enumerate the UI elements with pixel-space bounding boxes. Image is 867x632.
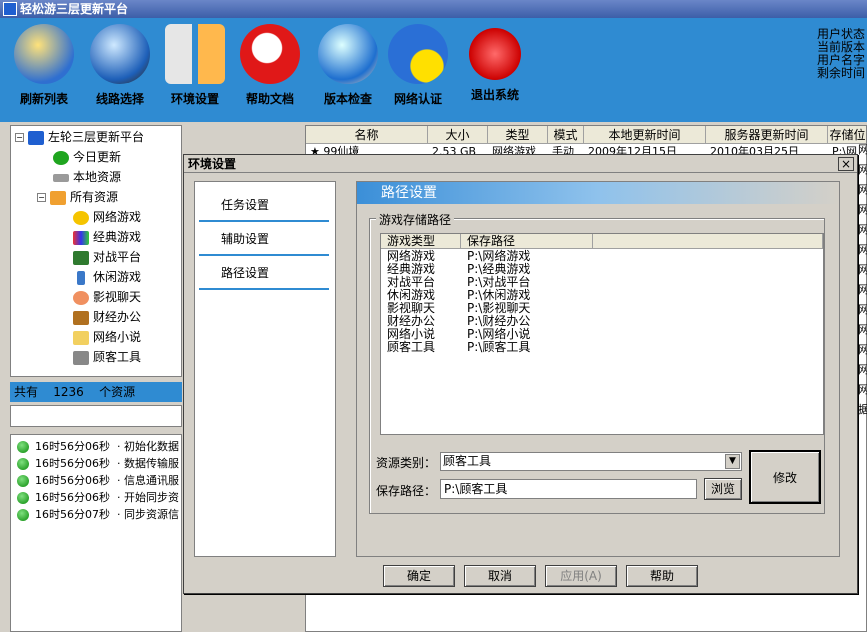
- tree-item-finance-office[interactable]: 财经办公: [73, 307, 141, 327]
- time-left-label: 剩余时间: [817, 66, 866, 80]
- col-header-game-type[interactable]: 游戏类型: [381, 234, 461, 249]
- power-icon: [469, 28, 521, 80]
- tree-item-all-resources[interactable]: − 所有资源: [37, 187, 118, 207]
- tree-root[interactable]: − 左轮三层更新平台: [15, 127, 144, 147]
- log-row: 16时56分06秒 · 初始化数据: [17, 438, 179, 455]
- collapse-icon[interactable]: −: [15, 133, 24, 142]
- app-title: 轻松游三层更新平台: [20, 2, 129, 16]
- cancel-button[interactable]: 取消: [464, 565, 536, 587]
- chat-icon: [73, 290, 89, 305]
- category-select[interactable]: 顾客工具 ▼: [440, 452, 742, 471]
- col-header-empty: [593, 234, 823, 249]
- folder-refresh-icon: [14, 24, 74, 84]
- network-auth-button[interactable]: 网络认证: [380, 24, 456, 107]
- smiley-help-icon: [388, 24, 448, 84]
- section-title: 路径设置: [357, 182, 839, 204]
- log-row: 16时56分07秒 · 同步资源信: [17, 506, 179, 523]
- refresh-list-button[interactable]: 刷新列表: [6, 24, 82, 107]
- help-button[interactable]: 帮助: [626, 565, 698, 587]
- browse-button[interactable]: 浏览: [704, 478, 742, 500]
- tools-icon: [165, 24, 225, 84]
- path-list: 游戏类型 保存路径 网络游戏 P:\网络游戏 经典游戏 P:\经典游戏 对战平台 P:…: [380, 233, 824, 435]
- log-row: 16时56分06秒 · 数据传输服: [17, 455, 179, 472]
- app-logo-icon: [28, 130, 44, 145]
- nav-aux-settings[interactable]: 辅助设置: [199, 224, 329, 256]
- col-header-size[interactable]: 大小: [428, 126, 488, 144]
- tools-small-icon: [73, 350, 89, 365]
- resource-count-bar: 共有 1236 个资源: [10, 382, 182, 402]
- log-row: 16时56分06秒 · 开始同步资: [17, 489, 179, 506]
- resource-count: 1236: [53, 385, 84, 399]
- line-select-button[interactable]: 线路选择: [82, 24, 158, 107]
- check-icon: [53, 150, 69, 165]
- dialog-title: 环境设置: [184, 155, 857, 173]
- close-icon[interactable]: ×: [838, 157, 854, 171]
- nav-task-settings[interactable]: 任务设置: [199, 190, 329, 222]
- tree-item-web-novels[interactable]: 网络小说: [73, 327, 141, 347]
- chevron-down-icon[interactable]: ▼: [725, 454, 740, 469]
- book-icon: [73, 330, 89, 345]
- log-panel: 16时56分06秒 · 初始化数据 16时56分06秒 · 数据传输服 16时5…: [10, 434, 182, 632]
- globe-satellite-icon: [318, 24, 378, 84]
- col-header-name[interactable]: 名称: [306, 126, 428, 144]
- tree-item-classic-games[interactable]: 经典游戏: [73, 227, 141, 247]
- grid-right-stub: 网网网 网网网 网网网 网网网 网据: [858, 143, 867, 416]
- users-icon: [73, 250, 89, 265]
- ok-status-icon: [17, 509, 29, 521]
- apply-button[interactable]: 应用(A): [545, 565, 617, 587]
- filter-input[interactable]: [10, 405, 182, 427]
- category-label: 资源类别：: [376, 456, 437, 470]
- settings-nav: 任务设置 辅助设置 路径设置: [194, 181, 336, 557]
- main-toolbar: 刷新列表 线路选择 环境设置 帮助文档 版本检查 网络认证 退出系统: [0, 18, 867, 122]
- abacus-icon: [73, 310, 89, 325]
- nav-path-settings[interactable]: 路径设置: [199, 258, 329, 290]
- col-header-mode[interactable]: 模式: [548, 126, 584, 144]
- tree-item-video-chat[interactable]: 影视聊天: [73, 287, 141, 307]
- app-title-bar: 轻松游三层更新平台: [0, 0, 867, 18]
- tree-item-battle-platform[interactable]: 对战平台: [73, 247, 141, 267]
- globe-gear-icon: [90, 24, 150, 84]
- star-icon: [73, 210, 89, 225]
- ok-status-icon: [17, 475, 29, 487]
- ok-status-icon: [17, 441, 29, 453]
- resource-tree: − 左轮三层更新平台 今日更新 本地资源 − 所有资源 网络游戏 经典游戏 对战平台…: [10, 125, 182, 377]
- tree-item-local-resources[interactable]: 本地资源: [53, 167, 121, 187]
- collapse-icon[interactable]: −: [37, 193, 46, 202]
- env-settings-button[interactable]: 环境设置: [157, 24, 233, 107]
- col-header-server-time[interactable]: 服务器更新时间: [706, 126, 828, 144]
- col-header-local-time[interactable]: 本地更新时间: [584, 126, 706, 144]
- col-header-type[interactable]: 类型: [488, 126, 548, 144]
- ok-status-icon: [17, 492, 29, 504]
- path-label: 保存路径：: [376, 484, 437, 498]
- tree-item-casual-games[interactable]: 休闲游戏: [73, 267, 141, 287]
- drive-icon: [53, 173, 69, 182]
- app-logo-icon: [3, 2, 17, 16]
- help-magnifier-icon: [240, 24, 300, 84]
- ok-button[interactable]: 确定: [383, 565, 455, 587]
- colorful-icon: [73, 230, 89, 245]
- version-check-button[interactable]: 版本检查: [310, 24, 386, 107]
- col-header-save-path[interactable]: 保存路径: [461, 234, 593, 249]
- tree-item-online-games[interactable]: 网络游戏: [73, 207, 141, 227]
- exit-system-button[interactable]: 退出系统: [457, 24, 533, 103]
- modify-button[interactable]: 修改: [749, 450, 821, 504]
- user-info-panel: 用户状态 当前版本 用户名字 剩余时间: [817, 28, 867, 80]
- env-settings-dialog: 环境设置 × 任务设置 辅助设置 路径设置 路径设置 游戏存储路径 游戏类型 保…: [183, 154, 858, 594]
- path-row[interactable]: 顾客工具 P:\顾客工具: [387, 341, 530, 354]
- path-settings-panel: 路径设置 游戏存储路径 游戏类型 保存路径 网络游戏 P:\网络游戏 经典游戏 P:…: [356, 181, 840, 557]
- group-label: 游戏存储路径: [376, 211, 455, 228]
- bottle-icon: [77, 270, 85, 285]
- tree-item-today-update[interactable]: 今日更新: [53, 147, 121, 167]
- log-row: 16时56分06秒 · 信息通讯服: [17, 472, 179, 489]
- help-docs-button[interactable]: 帮助文档: [232, 24, 308, 107]
- save-path-input[interactable]: P:\顾客工具: [440, 479, 697, 499]
- ok-status-icon: [17, 458, 29, 470]
- folder-icon: [50, 190, 66, 205]
- tree-item-customer-tools[interactable]: 顾客工具: [73, 347, 141, 367]
